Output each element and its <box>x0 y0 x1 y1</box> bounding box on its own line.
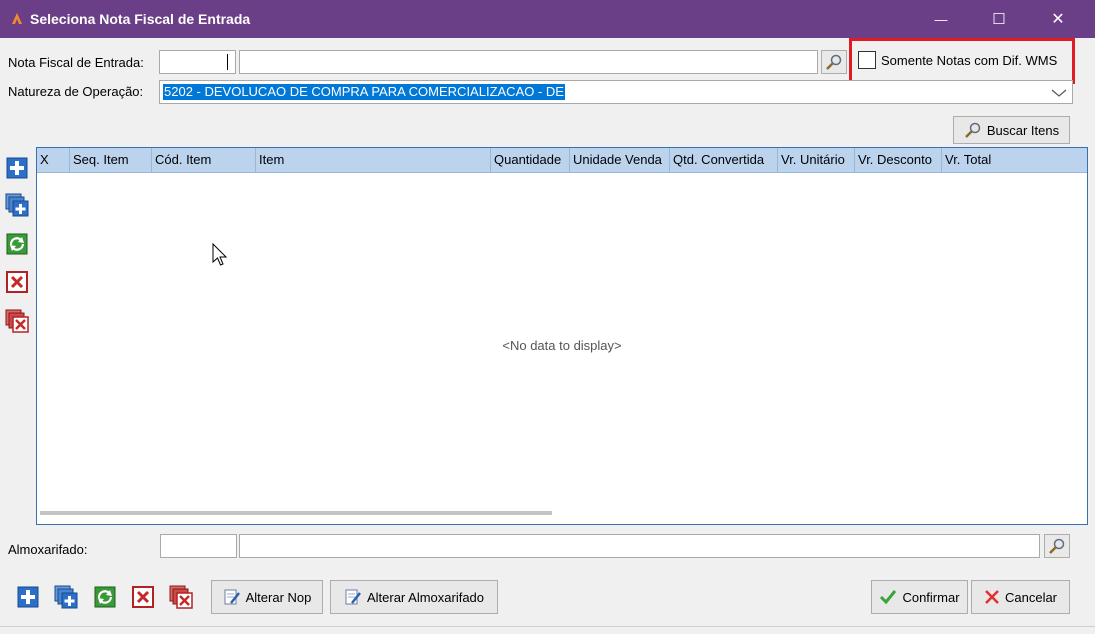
alterar-nop-label: Alterar Nop <box>245 589 312 605</box>
almoxarifado-lookup-button[interactable] <box>1044 534 1070 558</box>
column-header-qtd-convertida[interactable]: Qtd. Convertida <box>670 148 778 172</box>
column-header-vr-total[interactable]: Vr. Total <box>942 148 1087 172</box>
search-icon <box>964 122 981 138</box>
window-bottom-edge <box>0 626 1095 627</box>
delete-multiple-icon[interactable] <box>169 585 193 609</box>
column-header-vr-desconto[interactable]: Vr. Desconto <box>855 148 942 172</box>
alterar-almoxarifado-label: Alterar Almoxarifado <box>366 589 485 605</box>
window-title: Seleciona Nota Fiscal de Entrada <box>30 11 251 27</box>
minimize-icon: — <box>934 11 948 27</box>
buscar-itens-label: Buscar Itens <box>986 122 1060 138</box>
buscar-itens-button[interactable]: Buscar Itens <box>953 116 1070 144</box>
column-header-cod-item[interactable]: Cód. Item <box>152 148 256 172</box>
dif-wms-checkbox[interactable] <box>858 51 876 69</box>
almoxarifado-label: Almoxarifado: <box>8 542 88 557</box>
items-grid[interactable]: X Seq. Item Cód. Item Item Quantidade Un… <box>36 147 1088 525</box>
delete-multiple-icon[interactable] <box>5 309 29 333</box>
nota-fiscal-label: Nota Fiscal de Entrada: <box>8 55 144 70</box>
dif-wms-label: Somente Notas com Dif. WMS <box>881 53 1058 68</box>
column-header-quantidade[interactable]: Quantidade <box>491 148 570 172</box>
delete-icon[interactable] <box>131 585 155 609</box>
cancelar-label: Cancelar <box>1004 589 1058 605</box>
mouse-cursor-icon <box>212 243 228 266</box>
grid-empty-message: <No data to display> <box>502 338 622 353</box>
column-header-x[interactable]: X <box>37 148 70 172</box>
maximize-icon: ☐ <box>992 11 1006 28</box>
app-logo-icon <box>12 13 22 24</box>
search-icon <box>1049 538 1065 554</box>
minimize-button[interactable]: — <box>918 0 964 38</box>
natureza-label: Natureza de Operação: <box>8 84 144 99</box>
almoxarifado-code-input[interactable] <box>160 534 237 558</box>
natureza-selected-value: 5202 - DEVOLUCAO DE COMPRA PARA COMERCIA… <box>163 84 565 100</box>
column-header-unidade-venda[interactable]: Unidade Venda <box>570 148 670 172</box>
refresh-icon[interactable] <box>5 232 29 256</box>
almoxarifado-description-input[interactable] <box>239 534 1040 558</box>
cancelar-button[interactable]: Cancelar <box>971 580 1070 614</box>
grid-header: X Seq. Item Cód. Item Item Quantidade Un… <box>37 148 1087 173</box>
text-cursor <box>227 54 228 70</box>
nota-fiscal-number-input[interactable] <box>159 50 236 74</box>
refresh-icon[interactable] <box>93 585 117 609</box>
add-icon[interactable] <box>16 585 40 609</box>
horizontal-scrollbar[interactable] <box>40 511 552 515</box>
search-icon <box>826 54 842 70</box>
confirmar-label: Confirmar <box>902 589 960 605</box>
alterar-nop-button[interactable]: Alterar Nop <box>211 580 323 614</box>
confirmar-button[interactable]: Confirmar <box>871 580 968 614</box>
alterar-almoxarifado-button[interactable]: Alterar Almoxarifado <box>330 580 498 614</box>
delete-icon[interactable] <box>5 270 29 294</box>
nota-fiscal-description-input[interactable] <box>239 50 818 74</box>
title-bar: Seleciona Nota Fiscal de Entrada — ☐ ✕ <box>0 0 1095 38</box>
column-header-seq-item[interactable]: Seq. Item <box>70 148 152 172</box>
chevron-down-icon <box>1051 89 1067 97</box>
nota-lookup-button[interactable] <box>821 50 847 74</box>
add-multiple-icon[interactable] <box>54 585 78 609</box>
edit-icon <box>224 589 240 605</box>
edit-icon <box>345 589 361 605</box>
maximize-button[interactable]: ☐ <box>976 0 1022 38</box>
natureza-select[interactable]: 5202 - DEVOLUCAO DE COMPRA PARA COMERCIA… <box>159 80 1073 104</box>
check-icon <box>880 590 897 605</box>
close-button[interactable]: ✕ <box>1035 0 1081 38</box>
close-icon: ✕ <box>1051 11 1065 28</box>
column-header-item[interactable]: Item <box>256 148 491 172</box>
add-icon[interactable] <box>5 156 29 180</box>
add-multiple-icon[interactable] <box>5 193 29 217</box>
column-header-vr-unitario[interactable]: Vr. Unitário <box>778 148 855 172</box>
cancel-icon <box>985 590 999 604</box>
